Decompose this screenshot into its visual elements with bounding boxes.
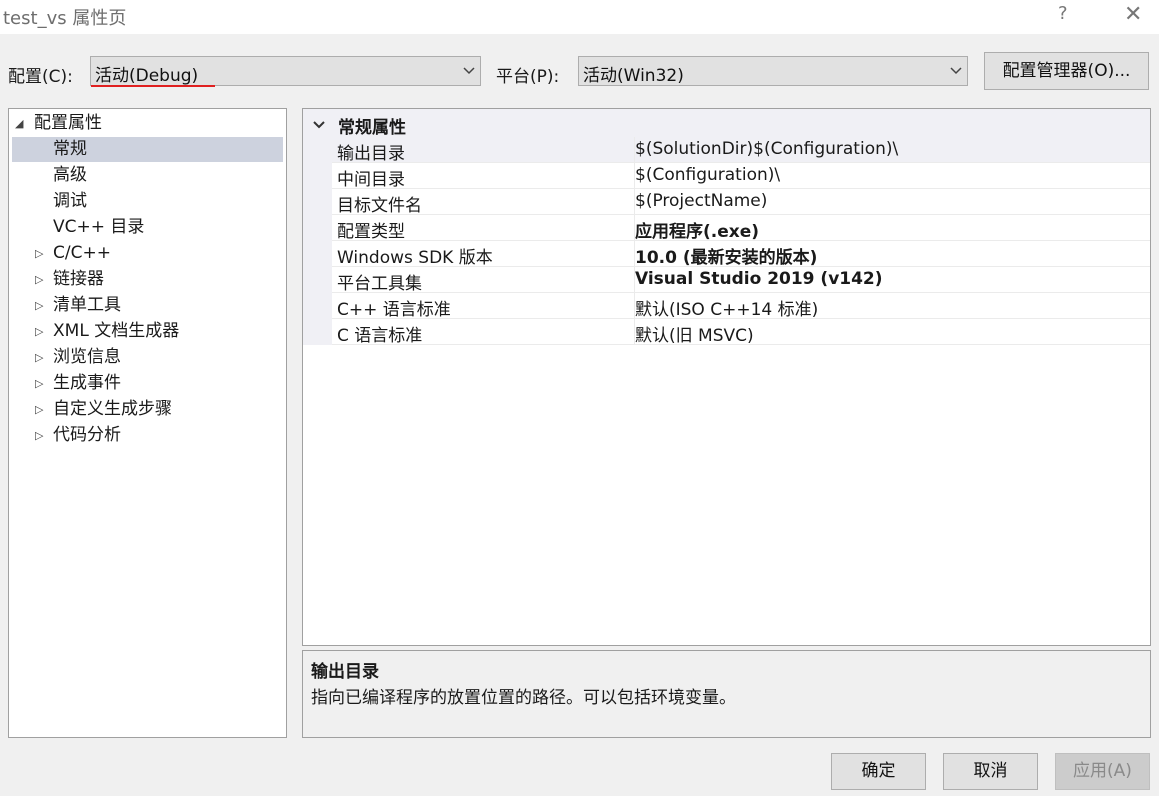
tree-item-root[interactable]: ◢ 配置属性 bbox=[12, 111, 282, 136]
tree-item[interactable]: ▷ C/C++ bbox=[12, 241, 283, 266]
description-panel: 输出目录 指向已编译程序的放置位置的路径。可以包括环境变量。 bbox=[302, 650, 1151, 738]
chevron-down-icon bbox=[949, 63, 963, 83]
config-label: 配置(C): bbox=[8, 67, 73, 87]
tree-item[interactable]: 调试 bbox=[12, 189, 283, 214]
tree-item-label: 代码分析 bbox=[53, 425, 121, 445]
help-button[interactable]: ? bbox=[1058, 3, 1068, 24]
grid-gutter bbox=[303, 137, 332, 345]
property-name: 中间目录 bbox=[337, 170, 405, 190]
close-button[interactable]: ✕ bbox=[1124, 2, 1142, 27]
tree-item-label: 浏览信息 bbox=[53, 347, 121, 367]
property-value: Visual Studio 2019 (v142) bbox=[635, 269, 883, 289]
chevron-down-icon bbox=[462, 63, 476, 83]
apply-button[interactable]: 应用(A) bbox=[1055, 753, 1150, 790]
property-name: 平台工具集 bbox=[337, 274, 422, 294]
tree-item-label: 调试 bbox=[53, 191, 87, 211]
tree-item[interactable]: ▷ 生成事件 bbox=[12, 371, 283, 396]
property-row[interactable]: C 语言标准 默认(旧 MSVC) bbox=[332, 319, 1150, 346]
tree-item[interactable]: ▷ 链接器 bbox=[12, 267, 283, 292]
tree-item-label: VC++ 目录 bbox=[53, 217, 145, 237]
property-value: 默认(ISO C++14 标准) bbox=[635, 300, 819, 320]
triangle-collapsed-icon[interactable]: ▷ bbox=[35, 293, 43, 318]
property-value: $(Configuration)\ bbox=[635, 165, 781, 185]
triangle-collapsed-icon[interactable]: ▷ bbox=[35, 267, 43, 292]
property-name: 目标文件名 bbox=[337, 196, 422, 216]
title-bar: test_vs 属性页 ? ✕ bbox=[0, 0, 1159, 34]
property-row[interactable]: 输出目录 $(SolutionDir)$(Configuration)\ bbox=[332, 137, 1150, 164]
category-header[interactable]: 常规属性 bbox=[303, 109, 1150, 138]
tree-item-label: C/C++ bbox=[53, 243, 111, 263]
category-label: 常规属性 bbox=[338, 118, 406, 138]
tree-item-label: 生成事件 bbox=[53, 373, 121, 393]
tree-item[interactable]: 高级 bbox=[12, 163, 283, 188]
cancel-button[interactable]: 取消 bbox=[943, 753, 1038, 790]
tree-item[interactable]: ▷ 自定义生成步骤 bbox=[12, 397, 283, 422]
property-name: 配置类型 bbox=[337, 222, 405, 242]
config-underline-annotation bbox=[91, 85, 215, 87]
property-name: C 语言标准 bbox=[337, 326, 423, 346]
config-manager-button[interactable]: 配置管理器(O)... bbox=[984, 52, 1149, 90]
platform-label: 平台(P): bbox=[496, 67, 560, 87]
property-value: 默认(旧 MSVC) bbox=[635, 326, 754, 346]
property-value: $(SolutionDir)$(Configuration)\ bbox=[635, 139, 899, 159]
tree-item[interactable]: ▷ XML 文档生成器 bbox=[12, 319, 283, 344]
tree-item[interactable]: ▷ 代码分析 bbox=[12, 423, 283, 448]
tree-item-label: 清单工具 bbox=[53, 295, 121, 315]
tree-item-label: 链接器 bbox=[53, 269, 104, 289]
property-row[interactable]: 目标文件名 $(ProjectName) bbox=[332, 189, 1150, 216]
triangle-expanded-icon: ◢ bbox=[15, 117, 24, 130]
config-value: 活动(Debug) bbox=[95, 66, 199, 86]
property-value: 10.0 (最新安装的版本) bbox=[635, 248, 818, 268]
triangle-collapsed-icon[interactable]: ▷ bbox=[35, 345, 43, 370]
triangle-collapsed-icon[interactable]: ▷ bbox=[35, 423, 43, 448]
property-value: 应用程序(.exe) bbox=[635, 222, 760, 242]
tree-item[interactable]: ▷ 清单工具 bbox=[12, 293, 283, 318]
window-title: test_vs 属性页 bbox=[3, 8, 127, 29]
property-name: C++ 语言标准 bbox=[337, 300, 451, 320]
triangle-collapsed-icon[interactable]: ▷ bbox=[35, 241, 43, 266]
tree-item-label: XML 文档生成器 bbox=[53, 321, 180, 341]
property-tree: ◢ 配置属性 常规高级调试 VC++ 目录 ▷ C/C++ ▷ 链接器 ▷ 清单工具 ▷ XML … bbox=[8, 108, 287, 738]
config-dropdown[interactable]: 活动(Debug) bbox=[90, 56, 481, 86]
property-value: $(ProjectName) bbox=[635, 191, 768, 211]
tree-item[interactable]: ▷ 浏览信息 bbox=[12, 345, 283, 370]
property-name: Windows SDK 版本 bbox=[337, 248, 493, 268]
property-row[interactable]: 配置类型 应用程序(.exe) bbox=[332, 215, 1150, 242]
triangle-collapsed-icon[interactable]: ▷ bbox=[35, 397, 43, 422]
tree-item[interactable]: VC++ 目录 bbox=[12, 215, 283, 240]
triangle-collapsed-icon[interactable]: ▷ bbox=[35, 371, 43, 396]
property-row[interactable]: 平台工具集 Visual Studio 2019 (v142) bbox=[332, 267, 1150, 294]
platform-value: 活动(Win32) bbox=[583, 66, 684, 86]
ok-button[interactable]: 确定 bbox=[831, 753, 926, 790]
platform-dropdown[interactable]: 活动(Win32) bbox=[578, 56, 968, 86]
description-text: 指向已编译程序的放置位置的路径。可以包括环境变量。 bbox=[311, 688, 736, 708]
tree-item-label: 配置属性 bbox=[34, 113, 102, 133]
property-grid: 常规属性 输出目录 $(SolutionDir)$(Configuration)\… bbox=[302, 108, 1151, 646]
property-row[interactable]: Windows SDK 版本 10.0 (最新安装的版本) bbox=[332, 241, 1150, 268]
tree-item[interactable]: 常规 bbox=[12, 137, 283, 162]
property-name: 输出目录 bbox=[337, 144, 405, 164]
property-row[interactable]: 中间目录 $(Configuration)\ bbox=[332, 163, 1150, 190]
tree-item-label: 常规 bbox=[53, 139, 87, 159]
tree-item-label: 自定义生成步骤 bbox=[53, 399, 172, 419]
triangle-collapsed-icon[interactable]: ▷ bbox=[35, 319, 43, 344]
tree-item-label: 高级 bbox=[53, 165, 87, 185]
column-separator[interactable] bbox=[634, 137, 635, 345]
property-row[interactable]: C++ 语言标准 默认(ISO C++14 标准) bbox=[332, 293, 1150, 320]
chevron-down-icon bbox=[312, 117, 326, 137]
description-title: 输出目录 bbox=[311, 662, 379, 682]
